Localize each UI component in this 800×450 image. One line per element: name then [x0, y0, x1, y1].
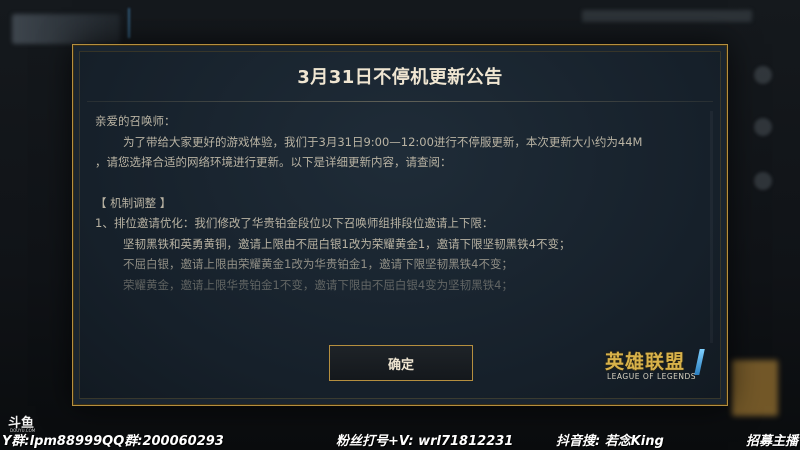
list-subitem-silver: 不屈白银，邀请上限由荣耀黄金1改为华贵铂金1，邀请下限坚韧黑铁4不变；: [123, 257, 513, 271]
announcement-content[interactable]: 亲爱的召唤师： 为了带给大家更好的游戏体验，我们于3月31日9:00—12:00…: [95, 111, 701, 343]
section-heading: 【 机制调整 】: [95, 195, 172, 210]
ticker-group-text: Y群:lpm88999QQ群:200060293: [2, 433, 224, 449]
stream-ticker: Y群:lpm88999QQ群:200060293 粉丝打号+V: wrl7181…: [0, 428, 800, 450]
list-subitem-gold: 荣耀黄金，邀请上限华贵铂金1不变，邀请下限由不屈白银4变为坚韧黑铁4；: [123, 277, 513, 292]
background-accent-line: [128, 8, 130, 38]
ticker-fans-text: 粉丝打号+V: wrl71812231: [336, 433, 514, 449]
intro-text-line1: 为了带给大家更好的游戏体验，我们于3月31日9:00—12:00进行不停服更新，…: [123, 134, 643, 149]
announcement-modal: 3月31日不停机更新公告 亲爱的召唤师： 为了带给大家更好的游戏体验，我们于3月…: [72, 44, 728, 406]
background-tool-icon: [754, 118, 772, 136]
title-divider: [87, 101, 713, 102]
content-scrollbar[interactable]: [710, 111, 713, 343]
confirm-button[interactable]: 确定: [329, 345, 473, 381]
background-card: [732, 360, 778, 416]
intro-text-line2: ，请您选择合适的网络环境进行更新。以下是详细更新内容，请查阅：: [95, 155, 452, 169]
greeting-text: 亲爱的召唤师：: [95, 114, 176, 128]
ticker-douyin-text: 抖音搜: 若念King: [556, 433, 664, 449]
background-version-text: [582, 10, 752, 22]
logo-en-text: LEAGUE OF LEGENDS: [607, 372, 697, 381]
list-item-ranked-invite: 1、排位邀请优化：我们修改了华贵铂金段位以下召唤师组排段位邀请上下限：: [95, 216, 494, 230]
modal-title: 3月31日不停机更新公告: [297, 67, 503, 88]
logo-cn-text: 英雄联盟: [605, 351, 686, 373]
list-subitem-iron-bronze: 坚韧黑铁和英勇黄铜，邀请上限由不屈白银1改为荣耀黄金1，邀请下限坚韧黑铁4不变；: [123, 236, 571, 251]
background-game-logo: [12, 14, 120, 44]
background-close-icon: [754, 172, 772, 190]
background-settings-icon: [754, 66, 772, 84]
ticker-recruit-text: 招募主播: [746, 433, 799, 449]
league-of-legends-logo: 英雄联盟 LEAGUE OF LEGENDS: [605, 345, 715, 389]
